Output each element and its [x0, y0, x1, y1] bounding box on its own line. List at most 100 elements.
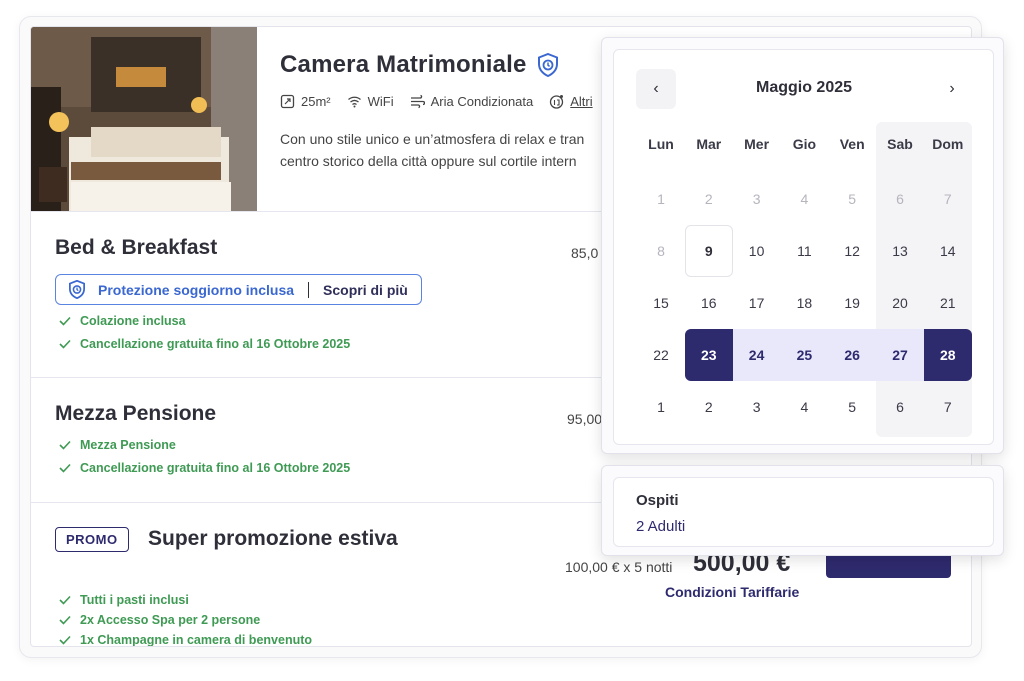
calendar-day[interactable]: 5: [828, 381, 876, 433]
feature-item: Cancellazione gratuita fino al 16 Ottobr…: [59, 337, 350, 351]
calendar-day[interactable]: 16: [685, 277, 733, 329]
guests-popup[interactable]: Ospiti 2 Adulti: [601, 465, 1004, 556]
calendar-day[interactable]: 6: [876, 173, 924, 225]
calendar-day[interactable]: 17: [733, 277, 781, 329]
feature-label: Tutti i pasti inclusi: [80, 593, 189, 607]
feature-item: Cancellazione gratuita fino al 16 Ottobr…: [59, 461, 350, 475]
calendar-day[interactable]: 26: [828, 329, 876, 381]
chevron-left-icon: ‹: [653, 80, 659, 97]
calendar-day[interactable]: 2: [685, 173, 733, 225]
calendar-day[interactable]: 12: [828, 225, 876, 277]
calendar-day[interactable]: 24: [733, 329, 781, 381]
amenity-label: WiFi: [367, 94, 394, 109]
check-icon: [59, 635, 71, 645]
feature-item: Tutti i pasti inclusi: [59, 593, 189, 607]
room-description-line: Con uno stile unico e un’atmosfera di re…: [280, 131, 585, 147]
air-conditioning-icon: [410, 94, 425, 109]
prev-month-button[interactable]: ‹: [636, 69, 676, 109]
feature-item: Mezza Pensione: [59, 438, 176, 452]
calendar-day[interactable]: 3: [733, 173, 781, 225]
calendar-day[interactable]: 21: [924, 277, 972, 329]
calendar-day[interactable]: 15: [637, 277, 685, 329]
calendar-day[interactable]: 18: [780, 277, 828, 329]
shield-icon: [537, 53, 558, 77]
feature-item: 2x Accesso Spa per 2 persone: [59, 613, 260, 627]
amenity-size: 25m²: [280, 94, 331, 109]
weekday-header: Sab: [887, 136, 913, 152]
price-calculation: 100,00 € x 5 notti: [565, 559, 673, 575]
calendar-day[interactable]: 25: [780, 329, 828, 381]
weekday-header: Gio: [792, 136, 817, 152]
guests-field[interactable]: Ospiti 2 Adulti: [613, 477, 994, 547]
calendar-day[interactable]: 22: [637, 329, 685, 381]
check-icon: [59, 316, 71, 326]
calendar-day[interactable]: 27: [876, 329, 924, 381]
check-icon: [59, 339, 71, 349]
weekday-header: Mer: [744, 136, 770, 152]
room-description-line: centro storico della città oppure sul co…: [280, 153, 577, 169]
guests-label: Ospiti: [636, 492, 679, 509]
amenities-list: 25m² WiFi Aria Condizionata Altri: [280, 94, 593, 109]
calendar-day[interactable]: 23: [684, 329, 733, 381]
calendar-day[interactable]: 7: [924, 173, 972, 225]
calendar-day[interactable]: 14: [924, 225, 972, 277]
feature-label: 1x Champagne in camera di benvenuto: [80, 633, 313, 647]
calendar-day[interactable]: 4: [780, 381, 828, 433]
more-amenities-icon: [550, 95, 564, 109]
rate-title: Super promozione estiva: [148, 527, 398, 550]
feature-item: Colazione inclusa: [59, 314, 186, 328]
calendar-day[interactable]: 8: [637, 225, 685, 277]
calendar-day[interactable]: 28: [923, 329, 972, 381]
feature-item: 1x Champagne in camera di benvenuto: [59, 633, 313, 647]
calendar-day[interactable]: 9: [684, 225, 733, 277]
learn-more-link[interactable]: Scopri di più: [323, 282, 408, 298]
calendar-day[interactable]: 6: [876, 381, 924, 433]
check-icon: [59, 615, 71, 625]
rate-title: Mezza Pensione: [55, 402, 217, 425]
calendar-day[interactable]: 4: [780, 173, 828, 225]
calendar-month-title: Maggio 2025: [755, 79, 853, 96]
amenity-label: 25m²: [301, 94, 331, 109]
feature-label: Mezza Pensione: [80, 438, 176, 452]
room-description: Con uno stile unico e un’atmosfera di re…: [280, 128, 620, 172]
calendar-day[interactable]: 13: [876, 225, 924, 277]
calendar: ‹ Maggio 2025 › Lun Mar Mer Gio Ven Sab Dom 1 2 3…: [613, 49, 994, 445]
calendar-day[interactable]: 19: [828, 277, 876, 329]
date-picker-popup: ‹ Maggio 2025 › Lun Mar Mer Gio Ven Sab Dom 1 2 3…: [601, 37, 1004, 454]
chevron-right-icon: ›: [949, 80, 955, 97]
feature-label: 2x Accesso Spa per 2 persone: [80, 613, 261, 627]
amenity-label: Aria Condizionata: [430, 94, 534, 109]
promo-badge: PROMO: [55, 527, 129, 552]
amenity-air-conditioning: Aria Condizionata: [410, 94, 534, 109]
calendar-day[interactable]: 2: [685, 381, 733, 433]
shield-icon: [69, 280, 85, 299]
rate-price: 85,0: [571, 245, 599, 261]
amenity-label[interactable]: Altri: [570, 94, 592, 109]
check-icon: [59, 463, 71, 473]
rate-conditions-link[interactable]: Condizioni Tariffarie: [665, 584, 799, 600]
weekday-header: Lun: [648, 136, 674, 152]
rate-title: Bed & Breakfast: [55, 236, 218, 259]
weekday-header: Dom: [932, 136, 964, 152]
calendar-day[interactable]: 7: [924, 381, 972, 433]
protection-label: Protezione soggiorno inclusa: [98, 281, 295, 298]
wifi-icon: [347, 96, 361, 108]
calendar-day[interactable]: 10: [733, 225, 781, 277]
next-month-button[interactable]: ›: [932, 69, 972, 109]
room-photo[interactable]: [31, 27, 257, 211]
calendar-day[interactable]: 1: [637, 173, 685, 225]
calendar-day[interactable]: 11: [780, 225, 828, 277]
amenity-more-link[interactable]: Altri: [549, 94, 593, 109]
feature-label: Cancellazione gratuita fino al 16 Ottobr…: [80, 461, 351, 475]
calendar-day[interactable]: 20: [876, 277, 924, 329]
size-icon: [280, 94, 295, 109]
calendar-day[interactable]: 5: [828, 173, 876, 225]
check-icon: [59, 595, 71, 605]
calendar-day[interactable]: 3: [733, 381, 781, 433]
room-title: Camera Matrimoniale: [280, 51, 527, 78]
guests-value[interactable]: 2 Adulti: [636, 518, 685, 535]
divider: [308, 281, 310, 298]
check-icon: [59, 440, 71, 450]
calendar-day[interactable]: 1: [637, 381, 685, 433]
rate-price: 95,00: [567, 411, 603, 427]
